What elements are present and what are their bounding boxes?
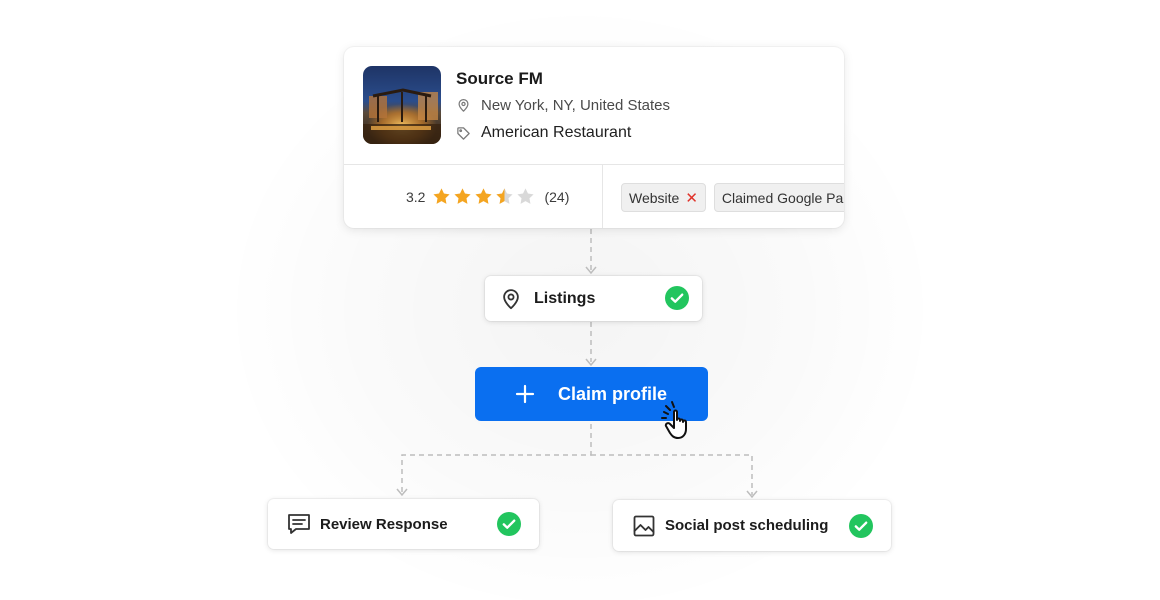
- tag-website-label: Website: [629, 189, 680, 206]
- category-text: American Restaurant: [481, 124, 632, 141]
- profile-tags: Website ✕ Claimed Google Pa: [621, 183, 844, 212]
- check-circle-icon: [497, 512, 521, 536]
- location-pin-icon: [456, 98, 471, 113]
- review-response-node[interactable]: Review Response: [268, 499, 539, 549]
- business-photo: [363, 66, 441, 144]
- listings-label: Listings: [534, 289, 596, 307]
- star-icon-full: [475, 188, 493, 204]
- business-location: New York, NY, United States: [456, 97, 670, 114]
- star-icon-half: [496, 188, 514, 204]
- star-icon-full: [433, 188, 451, 204]
- social-post-scheduling-label: Social post scheduling: [665, 517, 829, 534]
- card-vertical-divider: [602, 165, 603, 228]
- check-circle-icon: [849, 514, 873, 538]
- social-post-scheduling-node[interactable]: Social post scheduling: [613, 500, 891, 551]
- check-circle-icon: [665, 286, 689, 310]
- business-category: American Restaurant: [456, 124, 631, 142]
- claim-profile-label: Claim profile: [558, 383, 668, 404]
- star-icon-empty: [517, 188, 535, 204]
- tag-claimed-label: Claimed Google Pa: [721, 189, 844, 206]
- star-icon-full: [454, 188, 472, 204]
- location-text: New York, NY, United States: [481, 97, 670, 114]
- rating-score: 3.2: [406, 188, 426, 205]
- rating-summary: 3.2 (24): [406, 187, 569, 206]
- plus-icon: [515, 384, 535, 404]
- review-count: (24): [544, 188, 570, 205]
- chat-message-icon: [287, 513, 311, 535]
- tag-website[interactable]: Website ✕: [621, 183, 706, 212]
- card-divider: [344, 164, 844, 165]
- business-name: Source FM: [456, 69, 543, 88]
- location-pin-icon: [500, 288, 522, 310]
- business-card: Source FM New York, NY, United States Am…: [344, 47, 844, 228]
- tag-icon: [456, 126, 471, 141]
- image-icon: [633, 515, 655, 537]
- star-rating: [432, 187, 535, 206]
- hand-pointer-icon: [661, 401, 687, 439]
- listings-node[interactable]: Listings: [485, 276, 702, 321]
- review-response-label: Review Response: [320, 515, 448, 533]
- x-icon: ✕: [685, 189, 698, 207]
- tag-claimed-google[interactable]: Claimed Google Pa: [713, 183, 844, 212]
